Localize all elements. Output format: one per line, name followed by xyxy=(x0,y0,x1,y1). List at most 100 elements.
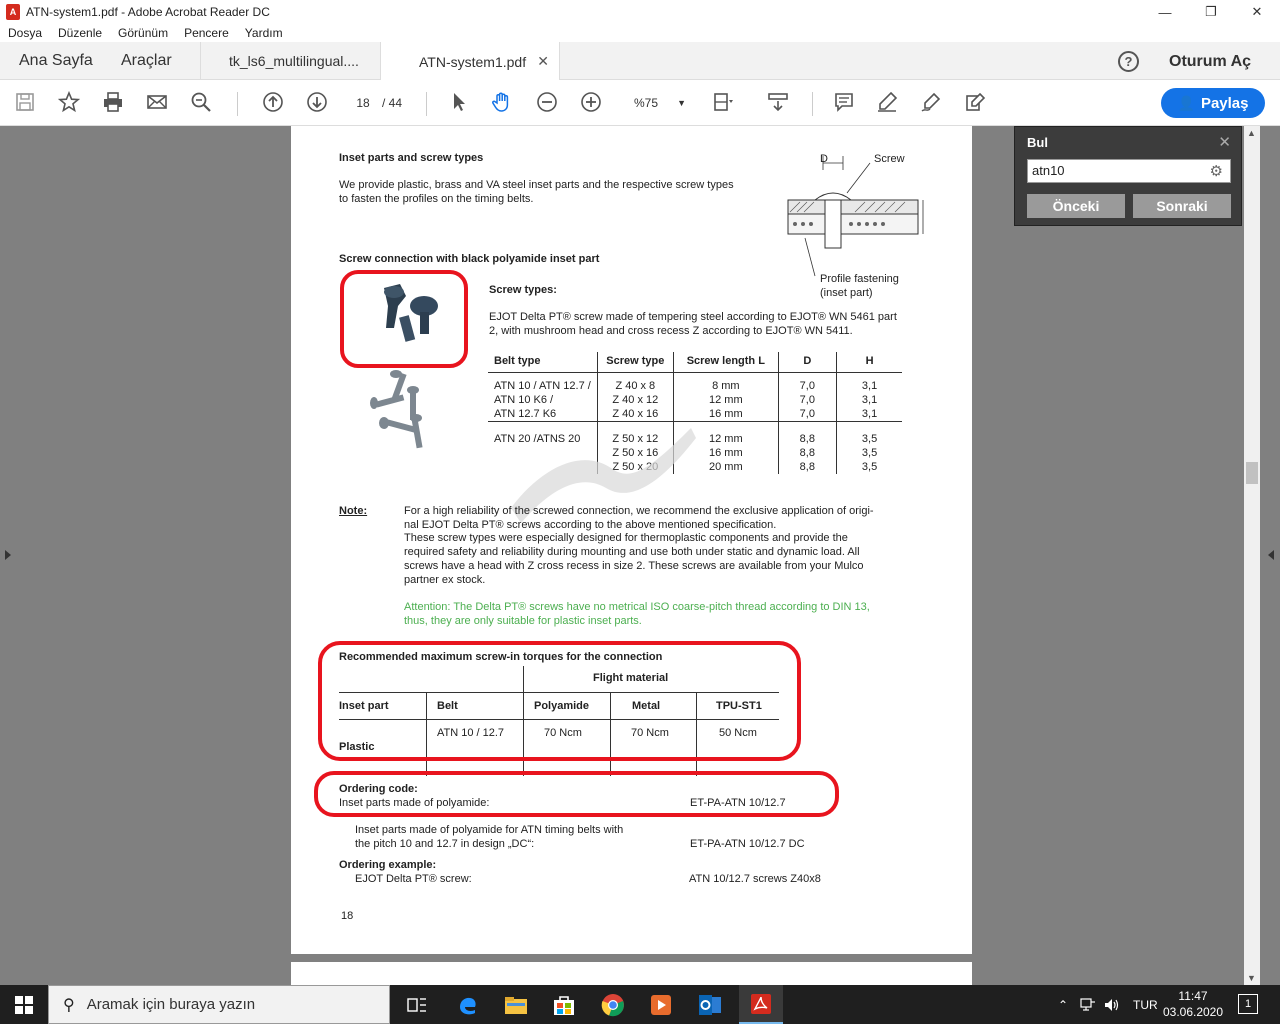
edge-browser-icon[interactable] xyxy=(448,985,488,1024)
bookmark-star-icon[interactable] xyxy=(57,90,81,115)
vertical-scrollbar[interactable]: ▲ ▼ xyxy=(1244,126,1260,985)
gear-icon[interactable]: ⚙ xyxy=(1210,162,1223,180)
restore-icon[interactable]: ❐ xyxy=(1188,0,1234,24)
diagram-label-profile: (inset part) xyxy=(820,287,873,299)
scroll-down-icon[interactable]: ▼ xyxy=(1247,973,1256,983)
clock-time: 11:47 xyxy=(1178,989,1208,1003)
clock-date: 03.06.2020 xyxy=(1162,1005,1224,1019)
find-next-button[interactable]: Sonraki xyxy=(1133,194,1231,218)
volume-icon[interactable] xyxy=(1104,985,1120,1024)
fill-sign-icon[interactable] xyxy=(919,91,943,115)
tab-home[interactable]: Ana Sayfa xyxy=(19,52,93,70)
close-icon[interactable]: ✕ xyxy=(1218,133,1231,151)
acrobat-icon: A xyxy=(6,4,20,20)
right-panel-toggle-icon[interactable] xyxy=(1268,550,1274,560)
menu-view[interactable]: Görünüm xyxy=(118,26,168,40)
table-header: D xyxy=(777,352,837,373)
screws-photo xyxy=(370,370,423,449)
diagram-label-screw: Screw xyxy=(874,153,905,165)
table-header: Screw type xyxy=(596,352,674,373)
find-previous-button[interactable]: Önceki xyxy=(1027,194,1125,218)
zoom-level-select[interactable]: %75 ▼ xyxy=(628,92,690,114)
window-controls: — ❐ ✕ xyxy=(1142,0,1280,24)
save-icon[interactable] xyxy=(13,91,37,115)
media-player-icon[interactable] xyxy=(641,985,681,1024)
page-number-input[interactable]: 18 xyxy=(348,92,378,114)
ejot-text-line: EJOT Delta PT® screw made of tempering s… xyxy=(489,311,897,323)
highlight-pen-icon[interactable] xyxy=(875,91,899,115)
page-layout-icon[interactable] xyxy=(711,91,735,115)
menu-help[interactable]: Yardım xyxy=(245,26,283,40)
store-icon[interactable] xyxy=(544,985,584,1024)
order-item-left: the pitch 10 and 12.7 in design „DC“: xyxy=(355,838,535,850)
search-icon: ⚲ xyxy=(63,996,75,1014)
zoom-in-icon[interactable] xyxy=(579,91,603,115)
tabs-row: Ana Sayfa Araçlar tk_ls6_multilingual...… xyxy=(0,42,1280,81)
outlook-icon[interactable] xyxy=(690,985,730,1024)
file-explorer-icon[interactable] xyxy=(496,985,536,1024)
show-hidden-icons[interactable]: ⌃ xyxy=(1058,985,1068,1024)
table-header: Screw length L xyxy=(672,352,779,373)
select-cursor-icon[interactable] xyxy=(447,91,471,115)
chevron-down-icon: ▼ xyxy=(677,98,686,108)
menu-edit[interactable]: Düzenle xyxy=(58,26,102,40)
pdf-next-page xyxy=(291,962,972,985)
taskbar-search-input[interactable]: ⚲ Aramak için buraya yazın xyxy=(48,985,390,1024)
pdf-page: Inset parts and screw types We provide p… xyxy=(291,126,972,954)
scroll-up-icon[interactable]: ▲ xyxy=(1247,128,1256,138)
menu-file[interactable]: Dosya xyxy=(8,26,42,40)
network-icon[interactable] xyxy=(1080,985,1096,1024)
notification-center-icon[interactable]: 1 xyxy=(1238,994,1258,1014)
tab-document-2[interactable]: ATN-system1.pdf ✕ xyxy=(380,42,560,81)
ordering-example-label: Ordering example: xyxy=(339,859,437,871)
left-panel-toggle-icon[interactable] xyxy=(5,550,11,560)
tab-tools[interactable]: Araçlar xyxy=(121,52,172,70)
minimize-icon[interactable]: — xyxy=(1142,0,1188,24)
edit-pdf-icon[interactable] xyxy=(963,91,987,115)
windows-start-icon[interactable] xyxy=(0,985,48,1024)
acrobat-taskbar-icon[interactable] xyxy=(739,985,783,1024)
note-line: screws have a head with Z cross recess i… xyxy=(404,560,864,572)
task-view-icon[interactable] xyxy=(398,985,436,1024)
find-input[interactable]: atn10 xyxy=(1027,159,1231,183)
share-button-label: Paylaş xyxy=(1200,94,1249,112)
note-line: partner ex stock. xyxy=(404,574,486,586)
help-icon[interactable]: ? xyxy=(1118,51,1139,72)
hand-tool-icon[interactable] xyxy=(490,91,514,115)
section-heading: Inset parts and screw types xyxy=(339,152,484,164)
table-header: H xyxy=(835,352,903,373)
red-annotation-torque xyxy=(318,641,801,761)
menu-window[interactable]: Pencere xyxy=(184,26,229,40)
chrome-icon[interactable] xyxy=(593,985,633,1024)
close-tab-icon[interactable]: ✕ xyxy=(537,53,549,70)
scrollbar-thumb[interactable] xyxy=(1246,462,1258,484)
tab-document-1[interactable]: tk_ls6_multilingual.... xyxy=(200,42,380,80)
sign-in-button[interactable]: Oturum Aç xyxy=(1169,53,1251,71)
find-panel: Bul ✕ atn10 ⚙ Önceki Sonraki xyxy=(1014,126,1242,226)
title-bar: A ATN-system1.pdf - Adobe Acrobat Reader… xyxy=(0,0,1280,24)
add-person-icon: 👤 xyxy=(1177,94,1195,111)
next-page-icon[interactable] xyxy=(305,91,329,115)
note-line: These screw types were especially design… xyxy=(404,532,848,544)
email-icon[interactable] xyxy=(145,91,169,115)
document-area[interactable]: Inset parts and screw types We provide p… xyxy=(0,126,1280,985)
menu-bar: Dosya Düzenle Görünüm Pencere Yardım xyxy=(0,24,1280,42)
system-clock[interactable]: 11:47 03.06.2020 xyxy=(1160,988,1226,1020)
language-indicator[interactable]: TUR xyxy=(1133,985,1158,1024)
close-icon[interactable]: ✕ xyxy=(1234,0,1280,24)
share-button[interactable]: 👤 Paylaş xyxy=(1161,88,1265,118)
comment-icon[interactable] xyxy=(832,91,856,115)
note-line: nal EJOT Delta PT® screws according to t… xyxy=(404,519,777,531)
scroll-mode-icon[interactable] xyxy=(766,91,790,115)
toolbar: 18 / 44 %75 ▼ 👤 Paylaş xyxy=(0,80,1280,126)
find-title: Bul xyxy=(1027,135,1048,150)
print-icon[interactable] xyxy=(101,91,125,115)
zoom-search-icon[interactable] xyxy=(189,91,213,115)
taskbar-search-placeholder: Aramak için buraya yazın xyxy=(86,996,256,1013)
zoom-out-icon[interactable] xyxy=(535,91,559,115)
red-annotation-photo xyxy=(340,270,468,368)
previous-page-icon[interactable] xyxy=(261,91,285,115)
order-item-left: Inset parts made of polyamide for ATN ti… xyxy=(355,824,624,836)
notification-count: 1 xyxy=(1244,998,1252,1010)
example-left: EJOT Delta PT® screw: xyxy=(355,873,472,885)
